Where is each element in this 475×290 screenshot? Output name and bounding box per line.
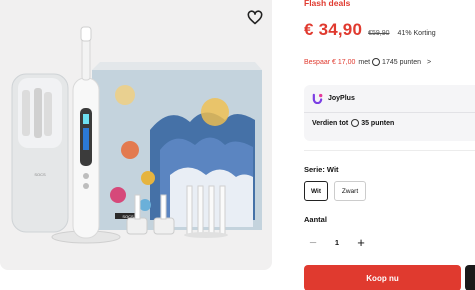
- earn-prefix: Verdien tot: [312, 119, 349, 127]
- decrease-quantity-button[interactable]: −: [304, 233, 322, 251]
- variant-label: Serie: Wit: [304, 165, 339, 174]
- quantity-value[interactable]: 1: [322, 238, 352, 247]
- product-detail-page: SOCS SOCS Flash deals € 34,90 €59,90 41%…: [0, 0, 475, 290]
- points-coin-icon: [372, 58, 381, 66]
- divider: [304, 112, 475, 113]
- variant-option-wit[interactable]: Wit: [304, 181, 328, 201]
- svg-text:SOCS: SOCS: [34, 172, 46, 177]
- chevron-right-icon: >: [426, 58, 432, 66]
- original-price: €59,90: [368, 30, 390, 37]
- purchase-panel: Flash deals € 34,90 €59,90 41% Korting B…: [304, 0, 475, 290]
- product-image: SOCS SOCS: [11, 26, 262, 244]
- joyplus-logo-icon: [312, 93, 323, 104]
- savings-mid-text: met: [358, 58, 371, 66]
- points-savings-link[interactable]: Bespaar € 17,00 met 1745 punten >: [304, 58, 431, 66]
- discount-badge: 41% Korting: [397, 30, 436, 37]
- increase-quantity-button[interactable]: +: [352, 233, 370, 251]
- quantity-label: Aantal: [304, 215, 327, 224]
- savings-points: 1745 punten: [382, 58, 421, 66]
- variant-option-zwart[interactable]: Zwart: [334, 181, 366, 201]
- joyplus-header: JoyPlus: [312, 93, 355, 104]
- current-price: € 34,90: [304, 20, 363, 39]
- divider: [304, 150, 475, 151]
- favorite-button[interactable]: [244, 6, 266, 28]
- earn-points: 35 punten: [361, 119, 395, 127]
- quantity-stepper: − 1 +: [304, 233, 372, 251]
- points-coin-icon: [351, 119, 360, 127]
- product-image-panel[interactable]: SOCS SOCS: [0, 0, 272, 270]
- heart-outline-icon: [247, 9, 263, 24]
- flash-deals-label: Flash deals: [304, 0, 351, 8]
- price-row: € 34,90 €59,90 41% Korting: [304, 20, 436, 40]
- buy-now-button[interactable]: Koop nu: [304, 265, 461, 290]
- joyplus-brand: JoyPlus: [328, 95, 355, 102]
- add-to-cart-button[interactable]: [465, 265, 475, 290]
- joyplus-earn-text: Verdien tot 35 punten: [312, 119, 394, 127]
- savings-amount: Bespaar € 17,00: [304, 58, 356, 66]
- joyplus-card: JoyPlus Verdien tot 35 punten: [304, 85, 475, 141]
